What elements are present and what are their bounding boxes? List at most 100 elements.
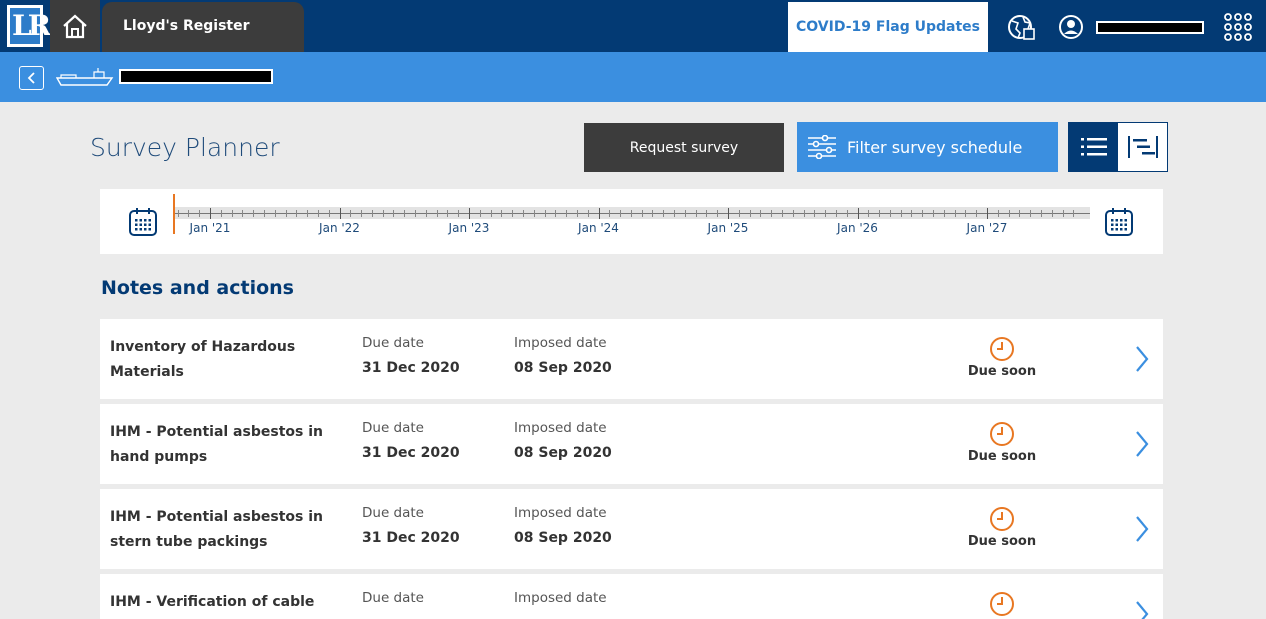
timeline-year-label: Jan '22 xyxy=(319,221,360,235)
clock-icon xyxy=(990,592,1014,616)
timeline-month-tick xyxy=(479,210,481,217)
timeline-month-tick xyxy=(361,210,363,217)
calendar-end-icon[interactable] xyxy=(1104,207,1134,237)
timeline-month-tick xyxy=(749,210,751,217)
timeline-month-tick xyxy=(566,210,568,217)
timeline-month-tick xyxy=(177,210,179,217)
timeline-month-tick xyxy=(425,210,427,217)
note-card[interactable]: IHM - Potential asbestos in stern tube p… xyxy=(100,489,1163,569)
lr-logo[interactable]: LR xyxy=(0,0,51,52)
filter-survey-schedule-button[interactable]: Filter survey schedule xyxy=(797,122,1058,172)
note-title: Inventory of Hazardous Materials xyxy=(110,339,296,380)
timeline-month-tick xyxy=(868,210,870,217)
timeline-year-tick xyxy=(728,208,729,219)
chevron-right-icon[interactable] xyxy=(1134,515,1150,543)
timeline-month-tick xyxy=(263,210,265,217)
status-label: Due soon xyxy=(967,364,1037,379)
globe-icon[interactable] xyxy=(1006,13,1036,41)
timeline-month-tick xyxy=(674,210,676,217)
timeline-month-tick xyxy=(846,210,848,217)
timeline-month-tick xyxy=(317,210,319,217)
timeline-month-tick xyxy=(965,210,967,217)
timeline-month-tick xyxy=(328,210,330,217)
filter-button-label: Filter survey schedule xyxy=(847,137,1023,157)
timeline-month-tick xyxy=(274,210,276,217)
timeline-year-tick xyxy=(339,208,341,219)
timeline-month-tick xyxy=(695,210,697,217)
timeline-view-button[interactable] xyxy=(1118,123,1167,171)
timeline-month-tick xyxy=(738,210,740,217)
timeline-month-tick xyxy=(943,210,945,217)
timeline-month-tick xyxy=(447,210,449,217)
list-icon xyxy=(1080,138,1107,156)
timeline-month-tick xyxy=(253,210,255,217)
survey-timeline: Jan '21 Jan '22 Jan '23 Jan '24 Jan '25 Jan '… xyxy=(100,189,1163,254)
imposed-date-value: 08 Sep 2020 xyxy=(514,445,612,461)
home-button[interactable] xyxy=(50,0,100,52)
timeline-month-tick xyxy=(1019,210,1021,217)
due-date-value: 31 Dec 2020 xyxy=(362,360,460,376)
timeline-year-label: Jan '25 xyxy=(707,221,749,235)
gantt-icon xyxy=(1127,136,1158,158)
list-view-button[interactable] xyxy=(1069,123,1118,171)
timeline-month-tick xyxy=(199,210,201,217)
due-date-label: Due date xyxy=(362,505,424,521)
apps-grid-icon[interactable] xyxy=(1223,12,1253,42)
timeline-month-tick xyxy=(285,210,287,217)
timeline-year-label: Jan '26 xyxy=(837,221,878,235)
status-label: Due soon xyxy=(967,449,1037,464)
timeline-month-tick xyxy=(1051,210,1053,217)
clock-icon xyxy=(990,337,1014,361)
timeline-month-tick xyxy=(717,210,719,217)
clock-icon xyxy=(990,422,1014,446)
brand-tab[interactable]: Lloyd's Register xyxy=(102,2,304,52)
back-button[interactable] xyxy=(19,66,44,90)
imposed-date-label: Imposed date xyxy=(514,420,607,436)
timeline-month-tick xyxy=(976,210,978,217)
timeline-month-tick xyxy=(933,210,935,217)
timeline-month-tick xyxy=(771,210,773,217)
timeline-month-tick xyxy=(760,210,762,217)
note-card[interactable]: IHM - Verification of cable Due date Imp… xyxy=(100,574,1163,619)
due-date-value: 31 Dec 2020 xyxy=(362,445,460,461)
calendar-start-icon[interactable] xyxy=(128,207,158,237)
timeline-month-tick xyxy=(555,210,557,217)
timeline-month-tick xyxy=(242,210,244,217)
clock-icon xyxy=(990,507,1014,531)
imposed-date-label: Imposed date xyxy=(514,335,607,351)
current-date-marker xyxy=(173,194,175,234)
note-card[interactable]: IHM - Potential asbestos in hand pumps D… xyxy=(100,404,1163,484)
user-icon[interactable] xyxy=(1058,14,1084,40)
timeline-month-tick xyxy=(879,210,881,217)
note-card[interactable]: Inventory of Hazardous Materials Due dat… xyxy=(100,319,1163,399)
note-title: IHM - Verification of cable xyxy=(110,594,315,610)
timeline-month-tick xyxy=(587,210,589,217)
timeline-month-tick xyxy=(1040,210,1042,217)
timeline-month-tick xyxy=(296,210,298,217)
timeline-month-tick xyxy=(706,210,708,217)
timeline-month-tick xyxy=(835,210,837,217)
timeline-month-tick xyxy=(436,210,438,217)
request-survey-button[interactable]: Request survey xyxy=(584,123,784,172)
ship-icon xyxy=(56,68,114,86)
timeline-month-tick xyxy=(307,210,309,217)
timeline-month-tick xyxy=(393,210,395,217)
chevron-right-icon[interactable] xyxy=(1134,600,1150,619)
brand-name: Lloyd's Register xyxy=(123,18,250,34)
timeline-month-tick xyxy=(1030,210,1032,217)
timeline-month-tick xyxy=(620,210,622,217)
covid-flag-updates-tab[interactable]: COVID-19 Flag Updates xyxy=(788,2,988,52)
timeline-month-tick xyxy=(825,210,827,217)
chevron-right-icon[interactable] xyxy=(1134,430,1150,458)
timeline-month-tick xyxy=(900,210,902,217)
note-title: IHM - Potential asbestos in stern tube p… xyxy=(110,509,323,550)
timeline-month-tick xyxy=(997,210,999,217)
home-icon xyxy=(63,14,87,39)
logo-frame: LR xyxy=(7,5,51,47)
chevron-right-icon[interactable] xyxy=(1134,345,1150,373)
timeline-month-tick xyxy=(803,210,805,217)
timeline-month-tick xyxy=(512,210,514,217)
timeline-month-tick xyxy=(781,210,783,217)
timeline-month-tick xyxy=(415,210,417,217)
notes-section-title: Notes and actions xyxy=(101,277,294,299)
